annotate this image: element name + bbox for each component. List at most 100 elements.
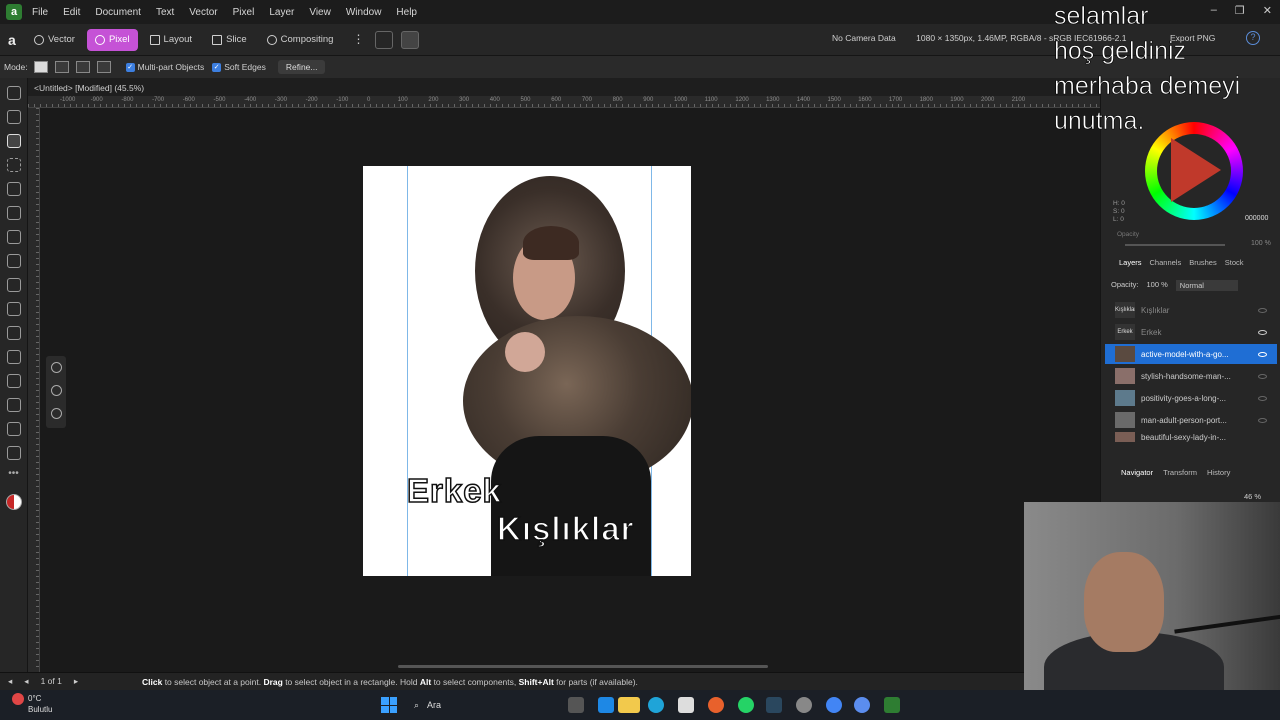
- browser-icon[interactable]: [826, 697, 842, 713]
- text-tool-icon[interactable]: [6, 374, 21, 388]
- menu-view[interactable]: View: [309, 7, 331, 18]
- layer-row[interactable]: positivity-goes-a-long-...: [1105, 388, 1277, 408]
- minimize-icon[interactable]: –: [1211, 4, 1217, 17]
- more-options-icon[interactable]: ⋮: [349, 31, 367, 49]
- weather-widget[interactable]: 0°C Bulutlu: [12, 693, 52, 715]
- first-page-icon[interactable]: ◂: [8, 676, 12, 687]
- crop-tool-icon[interactable]: [6, 110, 21, 124]
- document-tab[interactable]: <Untitled> [Modified] (45.5%): [34, 83, 144, 93]
- pen-tool-icon[interactable]: [6, 326, 21, 340]
- pencil-icon[interactable]: [6, 230, 21, 244]
- store-icon[interactable]: [678, 697, 694, 713]
- next-page-icon[interactable]: ▸: [74, 676, 78, 687]
- color-picker-icon[interactable]: [6, 398, 21, 412]
- color-swatch-icon[interactable]: [5, 494, 22, 510]
- persona-pixel[interactable]: Pixel: [86, 28, 138, 51]
- tab-channels[interactable]: Channels: [1150, 258, 1182, 272]
- tab-navigator[interactable]: Navigator: [1121, 468, 1153, 480]
- whatsapp-icon[interactable]: [738, 697, 754, 713]
- soft-edges-checkbox[interactable]: ✓ Soft Edges: [212, 62, 266, 72]
- menu-window[interactable]: Window: [346, 7, 382, 18]
- menu-vector[interactable]: Vector: [189, 7, 217, 18]
- steam-icon[interactable]: [766, 697, 782, 713]
- prev-page-icon[interactable]: ◂: [24, 676, 28, 687]
- persona-compositing[interactable]: Compositing: [259, 29, 342, 51]
- layer-row[interactable]: Erkek Erkek: [1105, 322, 1277, 342]
- color-triangle[interactable]: [1171, 138, 1221, 202]
- tab-layers[interactable]: Layers: [1119, 258, 1142, 272]
- layer-row[interactable]: active-model-with-a-go...: [1105, 344, 1277, 364]
- tab-transform[interactable]: Transform: [1163, 468, 1197, 480]
- more-tools-icon[interactable]: •••: [7, 469, 21, 484]
- marquee-tool-icon[interactable]: [6, 158, 21, 172]
- menu-text[interactable]: Text: [156, 7, 174, 18]
- healing-brush-icon[interactable]: [6, 254, 21, 268]
- close-icon[interactable]: ✕: [1263, 4, 1272, 17]
- paint-brush-icon[interactable]: [6, 206, 21, 220]
- object-selection-tool-icon[interactable]: [6, 134, 21, 148]
- layer-opacity-value[interactable]: 100 %: [1147, 280, 1168, 291]
- visibility-eye-icon[interactable]: [1258, 329, 1267, 335]
- multipart-checkbox[interactable]: ✓ Multi-part Objects: [125, 62, 204, 72]
- tab-stock[interactable]: Stock: [1225, 258, 1244, 272]
- visibility-eye-icon[interactable]: [1258, 351, 1267, 357]
- clone-brush-icon[interactable]: [6, 278, 21, 292]
- visibility-eye-icon[interactable]: [1258, 307, 1267, 313]
- zoom-icon[interactable]: [6, 446, 21, 460]
- menu-layer[interactable]: Layer: [269, 7, 294, 18]
- photoshop-icon[interactable]: [598, 697, 614, 713]
- refine-button[interactable]: Refine...: [277, 60, 326, 74]
- mode-intersect-button[interactable]: [96, 61, 111, 73]
- menu-pixel[interactable]: Pixel: [233, 7, 255, 18]
- artboard[interactable]: Erkek Kışlıklar: [363, 166, 691, 576]
- mode-new-button[interactable]: [33, 61, 48, 73]
- blend-mode-select[interactable]: Normal: [1175, 280, 1238, 291]
- file-explorer-icon[interactable]: [618, 697, 640, 713]
- guide-line[interactable]: [407, 166, 408, 576]
- settings-gear-icon[interactable]: [796, 697, 812, 713]
- selection-brush-icon[interactable]: [6, 182, 21, 196]
- selection-icon[interactable]: [50, 362, 62, 373]
- view-hand-icon[interactable]: [6, 422, 21, 436]
- task-view-icon[interactable]: [568, 697, 584, 713]
- layer-row[interactable]: beautiful-sexy-lady-in-...: [1105, 432, 1277, 442]
- layer-row[interactable]: man-adult-person-port...: [1105, 410, 1277, 430]
- horizontal-scrollbar[interactable]: [398, 665, 768, 668]
- snapping-icon[interactable]: [375, 30, 394, 49]
- mode-add-button[interactable]: [54, 61, 69, 73]
- menu-edit[interactable]: Edit: [63, 7, 80, 18]
- menu-help[interactable]: Help: [396, 7, 417, 18]
- persona-layout[interactable]: Layout: [142, 29, 201, 51]
- rectangle-tool-icon[interactable]: [6, 350, 21, 364]
- visibility-eye-icon[interactable]: [1258, 417, 1267, 423]
- layer-row[interactable]: Kışlıklar Kışlıklar: [1105, 300, 1277, 320]
- help-icon[interactable]: ?: [1246, 31, 1260, 45]
- persona-slice[interactable]: Slice: [204, 29, 255, 51]
- refine-icon[interactable]: [50, 385, 62, 396]
- edge-icon[interactable]: [648, 697, 664, 713]
- magic-icon[interactable]: [50, 408, 62, 419]
- layer-row[interactable]: stylish-handsome-man-...: [1105, 366, 1277, 386]
- start-button-icon[interactable]: [381, 697, 397, 713]
- mode-subtract-button[interactable]: [75, 61, 90, 73]
- canvas-text-kisliklar[interactable]: Kışlıklar: [496, 509, 634, 548]
- menu-document[interactable]: Document: [95, 7, 141, 18]
- grid-icon[interactable]: [401, 30, 420, 49]
- canvas-text-erkek[interactable]: Erkek: [406, 471, 502, 510]
- visibility-eye-icon[interactable]: [1258, 373, 1267, 379]
- menu-file[interactable]: File: [32, 7, 48, 18]
- tab-brushes[interactable]: Brushes: [1189, 258, 1217, 272]
- navigator-zoom[interactable]: 46 %: [1244, 492, 1261, 501]
- move-tool-icon[interactable]: [6, 86, 21, 100]
- visibility-eye-icon[interactable]: [1258, 395, 1267, 401]
- opacity-slider[interactable]: [1125, 244, 1225, 246]
- app-icon[interactable]: [854, 697, 870, 713]
- taskbar-search[interactable]: ⌕ Ara: [406, 695, 556, 715]
- firefox-icon[interactable]: [708, 697, 724, 713]
- persona-vector[interactable]: Vector: [26, 29, 83, 51]
- tab-history[interactable]: History: [1207, 468, 1230, 480]
- restore-icon[interactable]: ❐: [1235, 4, 1245, 17]
- hex-value[interactable]: 000000: [1245, 215, 1268, 222]
- affinity-photo-icon[interactable]: [884, 697, 900, 713]
- dodge-brush-icon[interactable]: [6, 302, 21, 316]
